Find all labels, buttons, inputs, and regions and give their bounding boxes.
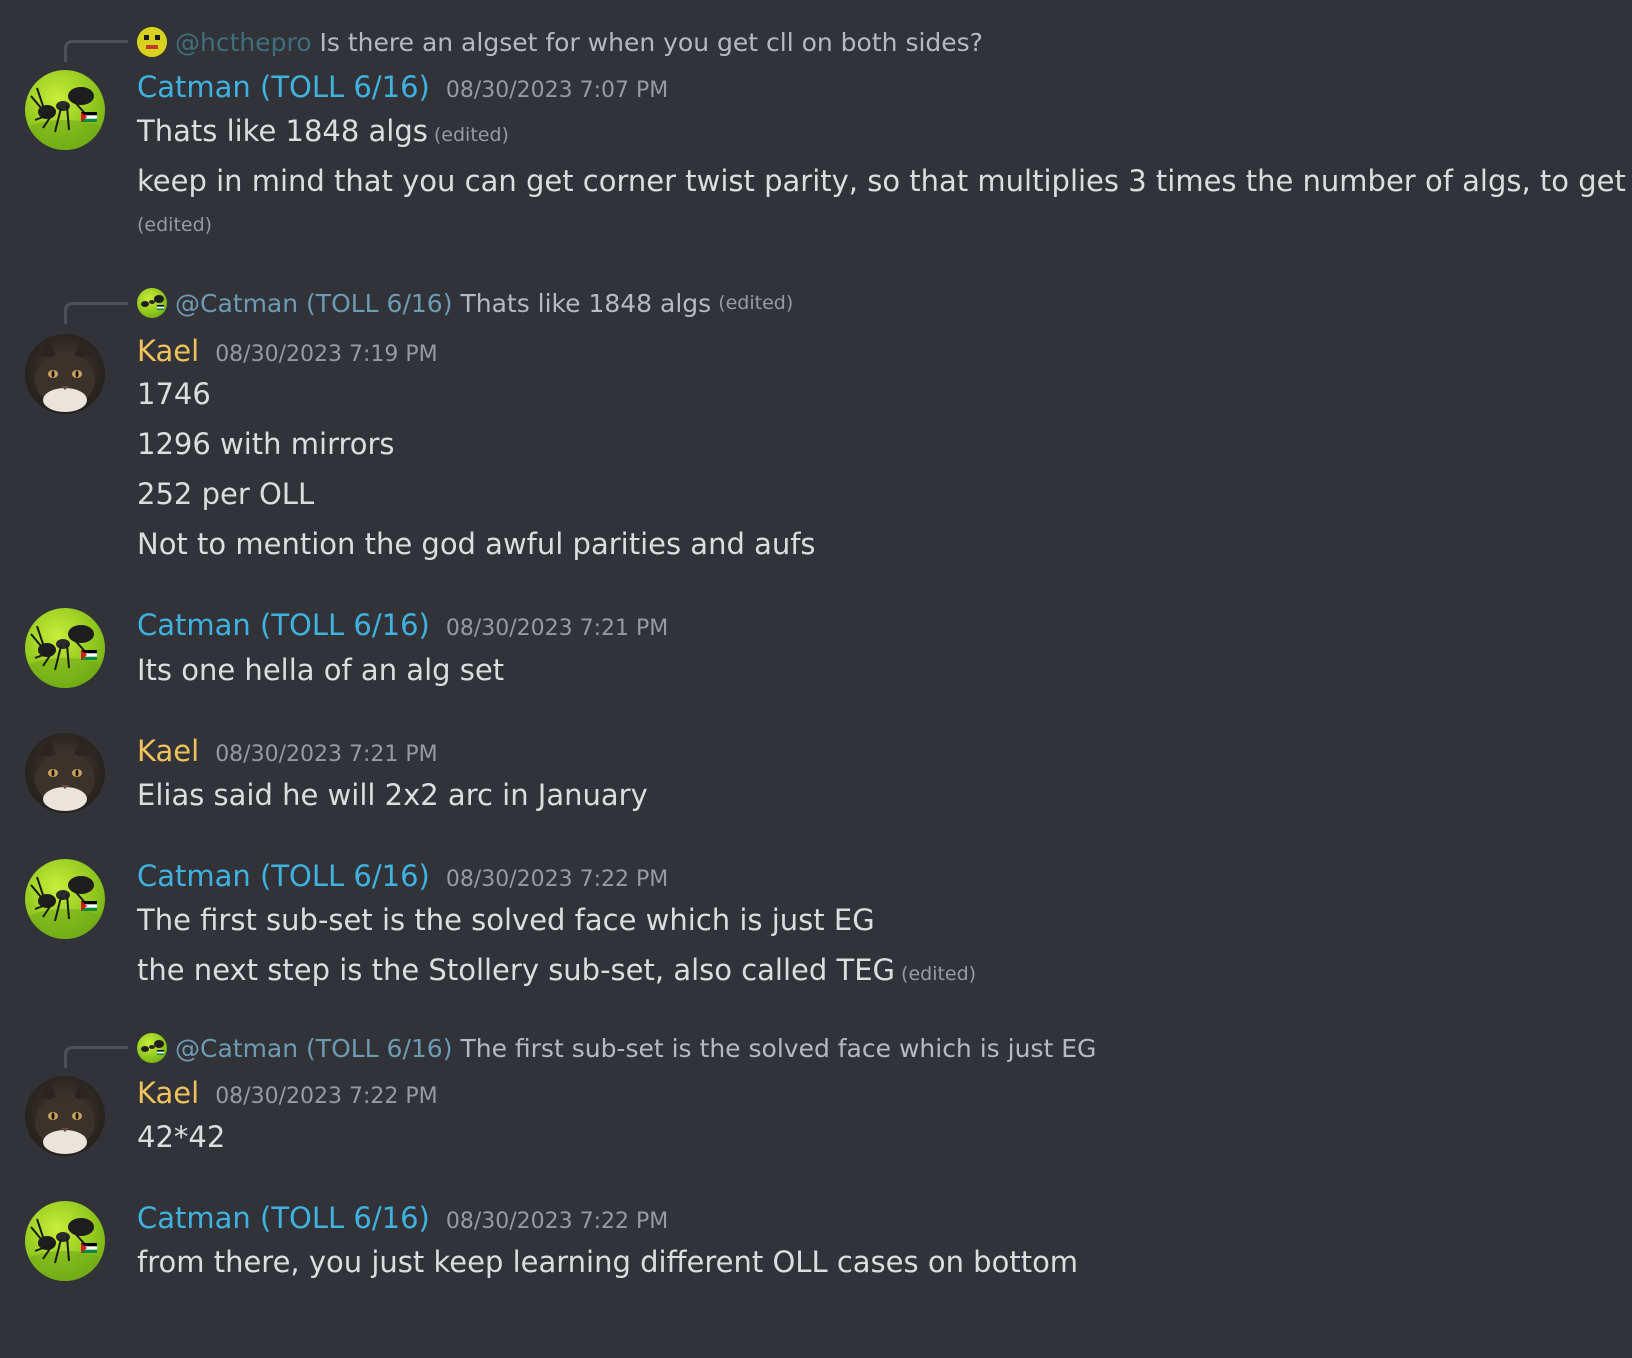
message-text: keep in mind that you can get corner twi… [137,164,1632,198]
message-header: Catman (TOLL 6/16) 08/30/2023 7:07 PM [137,70,668,104]
timestamp: 08/30/2023 7:07 PM [445,78,669,103]
username[interactable]: Catman (TOLL 6/16) [137,859,430,893]
catman-avatar[interactable] [25,70,105,150]
message-header: Kael 08/30/2023 7:22 PM [137,1076,438,1110]
message-text: 42*42 [137,1120,226,1154]
timestamp: 08/30/2023 7:19 PM [215,342,438,367]
reply-mention[interactable]: @Catman (TOLL 6/16) [175,289,452,318]
message-text: 1746 [137,377,211,411]
message-header: Kael 08/30/2023 7:19 PM [137,334,438,368]
reply-preview[interactable]: @Catman (TOLL 6/16) Thats like 1848 algs… [137,287,793,319]
reply-spine [64,302,128,324]
username[interactable]: Catman (TOLL 6/16) [137,608,430,642]
message-text: the next step is the Stollery sub-set, a… [137,953,976,987]
message-text: 252 per OLL [137,477,315,511]
message-text-content: Thats like 1848 algs [137,114,428,148]
message-header: Catman (TOLL 6/16) 08/30/2023 7:22 PM [137,859,668,893]
reply-text: The first sub-set is the solved face whi… [460,1033,1097,1063]
chat-message-list: @hcthepro Is there an algset for when yo… [0,0,1632,1358]
reply-spine [64,40,128,62]
reply-mention[interactable]: @hcthepro [175,28,312,57]
hcthepro-avatar-icon [137,27,167,57]
message-text: 1296 with mirrors [137,427,395,461]
reply-preview[interactable]: @hcthepro Is there an algset for when yo… [137,26,983,58]
catman-avatar[interactable] [25,859,105,939]
reply-mention[interactable]: @Catman (TOLL 6/16) [175,1034,452,1063]
catman-avatar-icon [137,1033,167,1063]
message-text: Its one hella of an alg set [137,653,505,687]
username[interactable]: Kael [137,734,199,768]
catman-avatar[interactable] [25,1201,105,1281]
edited-label: (edited) [433,124,509,146]
username[interactable]: Kael [137,1076,199,1110]
message-text-content: keep in mind that you can get corner twi… [137,164,1632,198]
message-text: Not to mention the god awful parities an… [137,527,816,561]
message-text: The first sub-set is the solved face whi… [137,903,875,937]
timestamp: 08/30/2023 7:21 PM [215,742,438,767]
edited-label: (edited) [901,963,977,985]
timestamp: 08/30/2023 7:21 PM [445,616,669,641]
reply-text: Is there an algset for when you get cll … [319,27,983,57]
catman-avatar-icon [137,288,167,318]
username[interactable]: Catman (TOLL 6/16) [137,70,430,104]
kael-avatar[interactable] [25,1076,105,1156]
message-header: Kael 08/30/2023 7:21 PM [137,734,438,768]
kael-avatar[interactable] [25,334,105,414]
edited-label: (edited) [718,292,794,314]
timestamp: 08/30/2023 7:22 PM [445,867,669,892]
catman-avatar[interactable] [25,608,105,688]
message-text: from there, you just keep learning diffe… [137,1245,1079,1279]
message-text: Thats like 1848 algs (edited) [137,114,509,148]
kael-avatar[interactable] [25,733,105,813]
message-text: Elias said he will 2x2 arc in January [137,778,648,812]
edited-label: (edited) [137,214,213,236]
username[interactable]: Kael [137,334,199,368]
message-header: Catman (TOLL 6/16) 08/30/2023 7:21 PM [137,608,668,642]
message-text-content: the next step is the Stollery sub-set, a… [137,953,896,987]
timestamp: 08/30/2023 7:22 PM [215,1084,438,1109]
reply-preview[interactable]: @Catman (TOLL 6/16) The first sub-set is… [137,1032,1096,1064]
reply-text: Thats like 1848 algs [460,288,712,318]
timestamp: 08/30/2023 7:22 PM [445,1209,669,1234]
username[interactable]: Catman (TOLL 6/16) [137,1201,430,1235]
reply-spine [64,1046,128,1068]
message-header: Catman (TOLL 6/16) 08/30/2023 7:22 PM [137,1201,668,1235]
